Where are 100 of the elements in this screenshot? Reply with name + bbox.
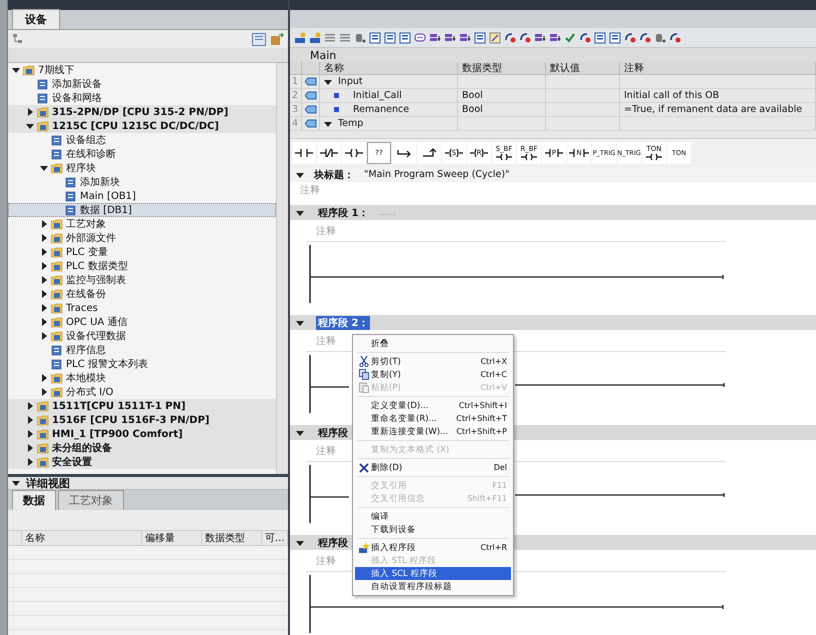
tree-item[interactable]: Main [OB1] (8, 189, 276, 203)
tree-item[interactable]: 安全设置 (8, 455, 276, 469)
stack-icon[interactable] (459, 32, 471, 44)
tree-item[interactable]: 未分组的设备 (8, 441, 276, 455)
network-icon[interactable] (294, 32, 306, 44)
menu-item[interactable]: 插入 SCL 程序段 (355, 567, 511, 580)
list-icon[interactable] (474, 32, 486, 44)
cylinder-icon[interactable] (354, 32, 366, 44)
tab[interactable]: 设备 (12, 9, 60, 29)
collapse-arrow-icon[interactable] (296, 170, 304, 178)
list-icon[interactable] (399, 32, 411, 44)
tree-item[interactable]: PLC 变量 (8, 245, 276, 259)
menu-item[interactable]: 定义变量(D)... Ctrl+Shift+I (355, 399, 511, 412)
tree-item[interactable]: 设备组态 (8, 133, 276, 147)
expand-arrow-icon[interactable] (40, 318, 48, 326)
menu-item[interactable]: 下载到设备 (355, 523, 511, 536)
data-type[interactable]: Bool (458, 103, 546, 117)
menu-item[interactable]: 折叠 (355, 337, 511, 350)
coil-button[interactable] (342, 142, 366, 164)
expand-arrow-icon[interactable] (26, 430, 34, 438)
variable-name[interactable]: Input (320, 75, 458, 89)
expand-arrow-icon[interactable] (26, 108, 34, 116)
list-icon[interactable] (369, 32, 381, 44)
network-icon[interactable] (309, 32, 321, 44)
data-type[interactable]: Bool (458, 89, 546, 103)
expand-arrow-icon[interactable] (40, 248, 48, 256)
list-icon[interactable] (609, 32, 621, 44)
expand-arrow-icon[interactable] (40, 332, 48, 340)
collapse-arrow-icon[interactable] (324, 78, 332, 86)
stack-icon[interactable] (429, 32, 441, 44)
table-icon[interactable] (270, 32, 284, 46)
tree-item[interactable]: 1516F [CPU 1516F-3 PN/DP] (8, 413, 276, 427)
view-icon[interactable] (252, 32, 266, 46)
menu-item[interactable]: 自动设置程序段标题 (355, 580, 511, 593)
tree-item[interactable]: 添加新块 (8, 175, 276, 189)
collapse-arrow-icon[interactable] (40, 164, 48, 172)
tree-item[interactable]: Traces (8, 301, 276, 315)
tree-item[interactable]: 监控与强制表 (8, 273, 276, 287)
arrow-icon[interactable] (669, 32, 681, 44)
tree-item[interactable]: 程序块 (8, 161, 276, 175)
column-header[interactable]: 注释 (620, 62, 816, 75)
list-icon[interactable] (384, 32, 396, 44)
network-title[interactable]: 程序段 2： (316, 316, 370, 330)
tree-item[interactable]: HMI_1 [TP900 Comfort] (8, 427, 276, 441)
collapse-arrow-icon[interactable] (296, 208, 304, 216)
tab[interactable]: 数据 (12, 490, 56, 510)
pencil-icon[interactable] (489, 32, 501, 44)
lines-icon[interactable] (324, 32, 336, 44)
menu-item[interactable]: 编译 (355, 510, 511, 523)
tree-item[interactable]: 1215C [CPU 1215C DC/DC/DC] (8, 119, 276, 133)
list-icon[interactable] (594, 32, 606, 44)
tree-item[interactable]: PLC 数据类型 (8, 259, 276, 273)
column-header[interactable]: 可... (262, 531, 288, 545)
stack-icon[interactable] (534, 32, 546, 44)
expand-arrow-icon[interactable] (26, 458, 34, 466)
variable-name[interactable]: Initial_Call (320, 89, 458, 103)
expand-arrow-icon[interactable] (40, 262, 48, 270)
collapse-arrow-icon[interactable] (296, 318, 304, 326)
tree-item[interactable]: 7期线下 (8, 63, 276, 77)
tree-item[interactable]: OPC UA 通信 (8, 315, 276, 329)
arrow-icon[interactable] (504, 32, 516, 44)
network-header[interactable]: 程序段 1： ...... (290, 205, 816, 220)
scrollbar[interactable] (276, 63, 288, 474)
expand-arrow-icon[interactable] (26, 416, 34, 424)
menu-item[interactable]: 插入程序段 Ctrl+R (355, 541, 511, 554)
contact-button[interactable] (292, 142, 316, 164)
close-branch-button[interactable] (417, 142, 441, 164)
check-icon[interactable] (564, 32, 576, 44)
tree-item[interactable]: 设备和网络 (8, 91, 276, 105)
open-branch-button[interactable] (392, 142, 416, 164)
expand-arrow-icon[interactable] (40, 388, 48, 396)
column-header[interactable]: 数据类型 (458, 62, 546, 75)
column-header[interactable]: 偏移量 (142, 531, 202, 545)
variable-name[interactable]: Remanence (320, 103, 458, 117)
expand-arrow-icon[interactable] (26, 402, 34, 410)
stack-icon[interactable] (549, 32, 561, 44)
tree-item[interactable]: PLC 报警文本列表 (8, 357, 276, 371)
expand-arrow-icon[interactable] (40, 290, 48, 298)
menu-item[interactable]: 重命名变量(R)... Ctrl+Shift+T (355, 412, 511, 425)
tree-item[interactable]: 1511T[CPU 1511T-1 PN] (8, 399, 276, 413)
collapse-arrow-icon[interactable] (12, 66, 20, 74)
expand-arrow-icon[interactable] (40, 220, 48, 228)
comment-icon[interactable] (414, 32, 426, 44)
column-header[interactable]: 名称 (320, 62, 458, 75)
arrow-icon[interactable] (519, 32, 531, 44)
expand-arrow-icon[interactable] (40, 276, 48, 284)
column-header[interactable]: 数据类型 (202, 531, 262, 545)
tree-item[interactable]: 在线备份 (8, 287, 276, 301)
network-title[interactable]: 程序段 (316, 536, 350, 550)
tree-item[interactable]: 外部源文件 (8, 231, 276, 245)
tree-item[interactable]: 本地模块 (8, 371, 276, 385)
column-header[interactable]: 默认值 (546, 62, 620, 75)
collapse-arrow-icon[interactable] (296, 538, 304, 546)
collapse-arrow-icon[interactable] (26, 122, 34, 130)
tree-item[interactable]: 设备代理数据 (8, 329, 276, 343)
network-title[interactable]: 程序段 1： (316, 206, 370, 220)
tab[interactable]: 工艺对象 (58, 490, 124, 510)
column-header[interactable]: 名称 (22, 531, 142, 545)
detail-view-header[interactable]: 详细视图 (8, 474, 288, 490)
expand-arrow-icon[interactable] (40, 374, 48, 382)
